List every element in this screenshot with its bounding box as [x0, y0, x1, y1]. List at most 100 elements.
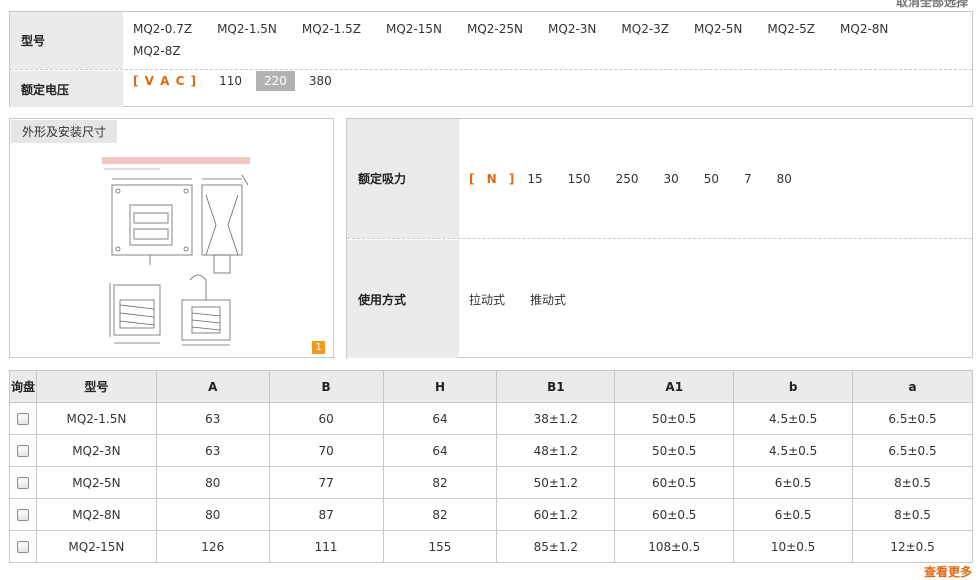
- table-cell: 60±1.2: [496, 498, 616, 531]
- force-option[interactable]: 50: [704, 172, 719, 186]
- table-cell: 50±0.5: [614, 402, 735, 435]
- table-cell: 85±1.2: [496, 530, 616, 563]
- model-option[interactable]: MQ2-25N: [467, 22, 523, 36]
- table-cell: 63: [155, 434, 270, 467]
- col-header-small-b: b: [733, 370, 854, 403]
- force-option[interactable]: 30: [663, 172, 678, 186]
- table-cell: 8±0.5: [852, 498, 973, 531]
- force-option[interactable]: 80: [777, 172, 792, 186]
- table-row: MQ2-8N 80 87 82 60±1.2 60±0.5 6±0.5 8±0.…: [9, 498, 973, 531]
- force-option[interactable]: 7: [744, 172, 752, 186]
- row-checkbox-cell: [9, 434, 37, 467]
- row-checkbox-cell: [9, 402, 37, 435]
- table-row: MQ2-15N 126 111 155 85±1.2 108±0.5 10±0.…: [9, 530, 973, 563]
- model-filter-label: 型号: [10, 12, 123, 69]
- table-cell: 4.5±0.5: [733, 402, 854, 435]
- usage-filter-label: 使用方式: [347, 240, 459, 358]
- table-cell: 50±1.2: [496, 466, 616, 499]
- voltage-options: [ V A C ] 110 220 380: [123, 71, 972, 107]
- table-cell: 8±0.5: [852, 466, 973, 499]
- table-cell: 64: [382, 434, 498, 467]
- table-cell: 48±1.2: [496, 434, 616, 467]
- model-option[interactable]: MQ2-8N: [840, 22, 888, 36]
- table-cell: 126: [155, 530, 270, 563]
- voltage-option[interactable]: 110: [211, 71, 250, 91]
- table-cell: 64: [382, 402, 498, 435]
- table-cell: MQ2-15N: [35, 530, 157, 563]
- row-checkbox-cell: [9, 498, 37, 531]
- table-cell: 12±0.5: [852, 530, 973, 563]
- table-cell: 80: [155, 466, 270, 499]
- table-cell: 82: [382, 498, 498, 531]
- inquiry-checkbox[interactable]: [16, 413, 29, 425]
- image-page-badge[interactable]: 1: [312, 341, 325, 354]
- table-cell: 50±0.5: [614, 434, 735, 467]
- inquiry-checkbox[interactable]: [16, 509, 29, 521]
- col-header-h: H: [382, 370, 498, 403]
- table-cell: MQ2-1.5N: [35, 402, 157, 435]
- col-header-a1: A1: [614, 370, 735, 403]
- force-filter-row: 额定吸力 [ N ] 15 150 250 30 50 7 80: [347, 119, 972, 239]
- inquiry-checkbox[interactable]: [16, 445, 29, 457]
- table-row: MQ2-3N 63 70 64 48±1.2 50±0.5 4.5±0.5 6.…: [9, 434, 973, 467]
- table-cell: 82: [382, 466, 498, 499]
- table-cell: MQ2-8N: [35, 498, 157, 531]
- usage-filter-row: 使用方式 拉动式 推动式: [347, 240, 972, 358]
- table-cell: 111: [268, 530, 384, 563]
- table-cell: 108±0.5: [614, 530, 735, 563]
- model-option[interactable]: MQ2-0.7Z: [133, 22, 192, 36]
- col-header-a: A: [155, 370, 270, 403]
- model-option[interactable]: MQ2-15N: [386, 22, 442, 36]
- voltage-option-selected[interactable]: 220: [255, 71, 295, 91]
- inquiry-checkbox[interactable]: [16, 477, 29, 489]
- voltage-filter-row: 额定电压 [ V A C ] 110 220 380: [10, 71, 972, 107]
- model-option[interactable]: MQ2-1.5N: [217, 22, 277, 36]
- force-option[interactable]: 150: [568, 172, 591, 186]
- voltage-unit: [ V A C ]: [133, 74, 198, 88]
- filter-box: 型号 MQ2-0.7Z MQ2-1.5N MQ2-1.5Z MQ2-15N MQ…: [9, 11, 973, 107]
- table-cell: 6±0.5: [733, 466, 854, 499]
- table-cell: MQ2-5N: [35, 466, 157, 499]
- table-cell: 6.5±0.5: [852, 402, 973, 435]
- table-header-row: 询盘 型号 A B H B1 A1 b a: [9, 370, 973, 403]
- row-checkbox-cell: [9, 466, 37, 499]
- table-cell: MQ2-3N: [35, 434, 157, 467]
- usage-option[interactable]: 推动式: [530, 291, 566, 308]
- table-cell: 38±1.2: [496, 402, 616, 435]
- table-cell: 155: [382, 530, 498, 563]
- model-option[interactable]: MQ2-3Z: [621, 22, 669, 36]
- model-option[interactable]: MQ2-3N: [548, 22, 596, 36]
- clear-all-selection-link[interactable]: 取消全部选择: [896, 0, 968, 10]
- table-cell: 6±0.5: [733, 498, 854, 531]
- table-row: MQ2-5N 80 77 82 50±1.2 60±0.5 6±0.5 8±0.…: [9, 466, 973, 499]
- usage-option[interactable]: 拉动式: [469, 291, 505, 308]
- table-cell: 70: [268, 434, 384, 467]
- force-filter-label: 额定吸力: [347, 119, 459, 238]
- table-cell: 87: [268, 498, 384, 531]
- voltage-filter-label: 额定电压: [10, 71, 123, 107]
- force-option[interactable]: 250: [616, 172, 639, 186]
- col-header-b1: B1: [496, 370, 616, 403]
- table-cell: 60±0.5: [614, 466, 735, 499]
- model-option[interactable]: MQ2-5Z: [767, 22, 815, 36]
- table-cell: 77: [268, 466, 384, 499]
- voltage-option[interactable]: 380: [301, 71, 340, 91]
- col-header-b: B: [268, 370, 384, 403]
- model-option[interactable]: MQ2-5N: [694, 22, 742, 36]
- force-option[interactable]: 15: [527, 172, 542, 186]
- spec-panel: 额定吸力 [ N ] 15 150 250 30 50 7 80 使用方式 拉动…: [346, 118, 973, 358]
- table-cell: 63: [155, 402, 270, 435]
- table-cell: 6.5±0.5: [852, 434, 973, 467]
- inquiry-checkbox[interactable]: [16, 541, 29, 553]
- model-option[interactable]: MQ2-8Z: [133, 44, 181, 58]
- dimension-image-panel: 外形及安装尺寸 1: [9, 118, 334, 358]
- dimension-image-tab[interactable]: 外形及安装尺寸: [11, 120, 118, 143]
- table-cell: 60±0.5: [614, 498, 735, 531]
- col-header-inquiry: 询盘: [9, 370, 37, 403]
- dimension-drawing-image[interactable]: [90, 155, 250, 350]
- col-header-model: 型号: [35, 370, 157, 403]
- model-filter-row: 型号 MQ2-0.7Z MQ2-1.5N MQ2-1.5Z MQ2-15N MQ…: [10, 12, 972, 70]
- usage-options: 拉动式 推动式: [459, 240, 972, 358]
- table-cell: 80: [155, 498, 270, 531]
- model-option[interactable]: MQ2-1.5Z: [302, 22, 361, 36]
